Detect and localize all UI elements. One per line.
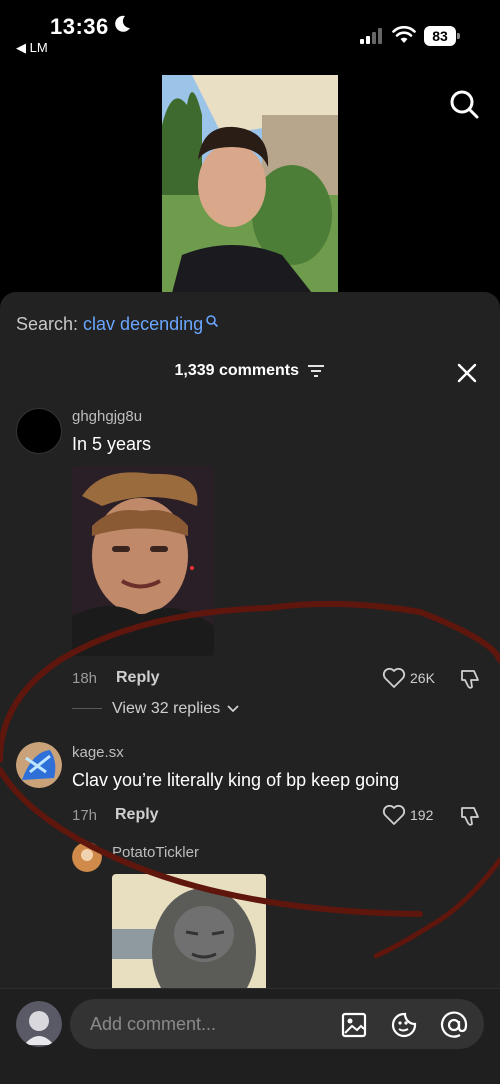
search-small-icon [206, 315, 219, 328]
search-prefix: Search: [16, 314, 84, 334]
view-replies-label: View 32 replies [112, 700, 221, 717]
avatar[interactable] [16, 408, 62, 454]
like-button[interactable]: 192 [382, 804, 442, 828]
filter-icon[interactable] [307, 364, 325, 378]
like-count: 26K [410, 670, 435, 686]
reply-button[interactable]: Reply [116, 669, 160, 687]
sticker-icon[interactable] [390, 1011, 418, 1039]
comment-count-header: 1,339 comments [0, 362, 500, 380]
dislike-icon[interactable] [458, 805, 482, 827]
video-preview[interactable] [162, 75, 338, 293]
dislike-icon[interactable] [458, 668, 482, 690]
reply-image[interactable] [112, 874, 266, 994]
reply-button[interactable]: Reply [115, 806, 159, 824]
view-replies-button[interactable]: View 32 replies [72, 700, 239, 718]
close-icon[interactable] [456, 362, 478, 384]
like-button[interactable]: 26K [382, 667, 442, 691]
comment-text: In 5 years [72, 434, 152, 454]
comment-username[interactable]: ghghgjg8u [72, 408, 142, 425]
wifi-icon [392, 26, 416, 43]
search-suggestion[interactable]: Search: clav decending [16, 314, 219, 335]
like-count: 192 [410, 807, 434, 823]
at-icon[interactable] [440, 1011, 468, 1039]
heart-icon [382, 804, 406, 825]
comment-age: 18h [72, 670, 98, 687]
comment-image[interactable] [72, 466, 214, 656]
image-icon[interactable] [340, 1011, 368, 1039]
avatar[interactable] [16, 742, 62, 788]
heart-icon [382, 667, 406, 688]
search-icon[interactable] [448, 88, 480, 120]
comments-sheet: Search: clav decending 1,339 comments gh… [0, 292, 500, 1084]
comment-age: 17h [72, 807, 98, 824]
back-to-app-link[interactable]: ◀ LM [16, 40, 48, 56]
search-term-link[interactable]: clav decending [83, 314, 203, 334]
comment-count: 1,339 comments [174, 362, 300, 379]
comment-username[interactable]: kage.sx [72, 744, 124, 761]
avatar[interactable] [72, 842, 102, 872]
comment-composer [0, 988, 500, 1084]
chevron-down-icon [227, 705, 239, 713]
reply-username[interactable]: PotatoTickler [112, 844, 199, 861]
comment-input[interactable] [70, 999, 484, 1049]
moon-icon [115, 15, 130, 32]
comment-text: Clav you’re literally king of bp keep go… [72, 770, 400, 790]
battery-indicator: 83 [424, 26, 460, 46]
status-time: 13:36 [50, 14, 109, 39]
signal-icon [360, 28, 382, 44]
my-avatar[interactable] [16, 1001, 62, 1047]
status-bar: 13:36 ◀ LM 83 [0, 0, 500, 60]
battery-level: 83 [424, 26, 456, 46]
